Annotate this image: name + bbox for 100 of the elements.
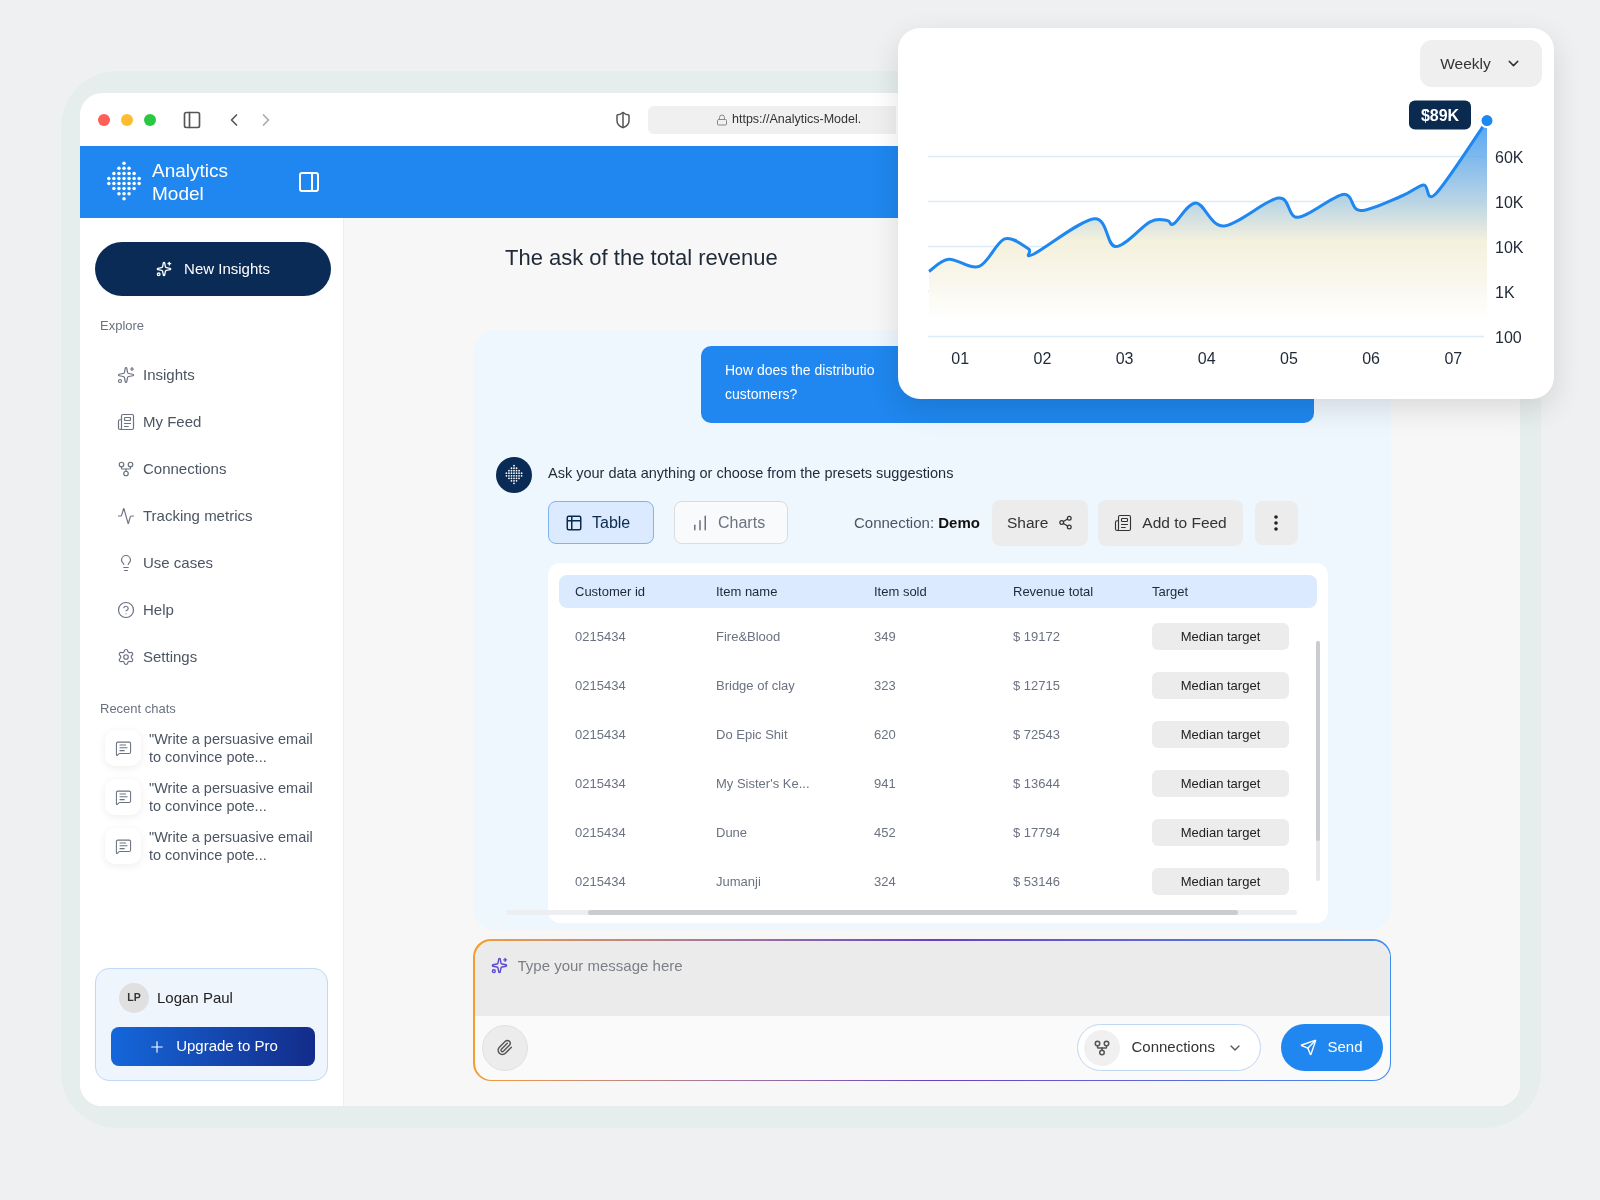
- column-header: Item name: [716, 582, 779, 601]
- table-cell-text: 941: [874, 774, 897, 793]
- share-button[interactable]: Share: [991, 499, 1089, 546]
- activity-icon: [117, 507, 135, 525]
- x-axis-label: 05: [1280, 350, 1298, 367]
- address-bar[interactable]: https://Analytics-Model.: [648, 105, 896, 134]
- share-icon: [1058, 515, 1074, 531]
- table-cell-text: 0215434: [575, 823, 627, 842]
- y-axis-label: 10K: [1495, 238, 1524, 256]
- table-cell-text: 0215434: [575, 676, 627, 695]
- table-cell-text: Jumanji: [716, 872, 762, 891]
- y-axis-label: 100: [1495, 328, 1522, 346]
- send-icon: [1300, 1039, 1318, 1056]
- nav-item[interactable]: Connections: [95, 445, 328, 493]
- chat-title: "Write a persuasive email to convince pote...: [149, 730, 314, 766]
- x-axis-label: 07: [1444, 350, 1463, 367]
- settings-icon: [117, 648, 135, 666]
- new-insights-button[interactable]: New Insights: [95, 242, 331, 296]
- section-label: Recent chats: [100, 699, 177, 718]
- lock-icon: [716, 113, 728, 126]
- section-label: Explore: [100, 317, 146, 335]
- y-axis-label: 1K: [1495, 283, 1515, 301]
- url-text: https://Analytics-Model.: [732, 111, 862, 129]
- nav-item[interactable]: My Feed: [95, 398, 328, 446]
- page-title: The ask of the total revenue: [505, 244, 779, 272]
- chat-icon: [114, 788, 132, 806]
- chat-title: "Write a persuasive email to convince pote...: [149, 828, 314, 864]
- target-tag: Median target: [1152, 720, 1289, 748]
- sidebar-toggle-icon[interactable]: [182, 109, 202, 130]
- help-icon: [117, 601, 135, 619]
- table-cell-text: $ 12715: [1013, 676, 1061, 695]
- recent-chat[interactable]: "Write a persuasive email to convince pote...: [95, 779, 328, 815]
- nav-item[interactable]: Use cases: [95, 539, 328, 587]
- y-axis-label: 60K: [1495, 148, 1524, 166]
- table-cell-text: Fire&Blood: [716, 627, 782, 646]
- user-name: Logan Paul: [157, 987, 233, 1008]
- table-cell-text: $ 53146: [1013, 872, 1061, 891]
- target-tag: Median target: [1152, 867, 1289, 895]
- target-tag: Median target: [1152, 622, 1289, 650]
- send-button[interactable]: Send: [1280, 1024, 1383, 1071]
- table-cell-text: $ 72543: [1013, 725, 1061, 744]
- chat-icon: [114, 837, 132, 855]
- add-to-feed-button[interactable]: Add to Feed: [1098, 499, 1243, 546]
- assistant-prompt: Ask your data anything or choose from the presets suggestions: [548, 464, 955, 483]
- x-axis-label: 03: [1115, 350, 1134, 367]
- table-cell-text: 0215434: [575, 725, 627, 744]
- sparkles-icon: [156, 261, 173, 277]
- tooltip-value: $89K: [1420, 107, 1460, 125]
- table-cell-text: 323: [874, 676, 897, 695]
- table-cell-text: 620: [874, 725, 897, 744]
- sparkles-icon: [490, 956, 508, 974]
- column-header: Revenue total: [1013, 582, 1095, 601]
- target-tag: Median target: [1152, 769, 1289, 797]
- target-tag: Median target: [1152, 818, 1289, 846]
- view-tab[interactable]: Table: [548, 501, 654, 545]
- x-axis-label: 06: [1362, 350, 1381, 367]
- table-cell-text: Dune: [716, 823, 749, 842]
- table-cell-text: 0215434: [575, 774, 627, 793]
- bar-chart-icon: [691, 513, 709, 532]
- connection-label: Connection: Demo: [854, 512, 980, 533]
- table-cell-text: 0215434: [575, 627, 627, 646]
- branch-icon: [1092, 1038, 1111, 1057]
- chat-icon: [114, 739, 132, 757]
- dot-logo-icon: [503, 464, 525, 486]
- connections-dropdown[interactable]: Connections: [1076, 1024, 1261, 1071]
- x-axis-label: 02: [1033, 350, 1052, 367]
- sparkles-icon: [117, 366, 135, 384]
- table-cell-text: 452: [874, 823, 897, 842]
- table-cell-text: 324: [874, 872, 897, 891]
- nav-item[interactable]: Insights: [95, 351, 328, 399]
- table-cell-text: $ 13644: [1013, 774, 1061, 793]
- upgrade-button[interactable]: Upgrade to Pro: [111, 1027, 315, 1066]
- recent-chat[interactable]: "Write a persuasive email to convince pote...: [95, 828, 328, 864]
- chat-title: "Write a persuasive email to convince pote...: [149, 779, 314, 815]
- x-axis-label: 04: [1197, 350, 1216, 367]
- x-axis-label: 01: [951, 350, 970, 367]
- column-header: Item sold: [874, 582, 928, 601]
- table-cell-text: 0215434: [575, 872, 627, 891]
- panel-toggle-icon[interactable]: [297, 170, 321, 194]
- user-message: How does the distributio customers?: [725, 361, 875, 404]
- table-cell-text: Do Epic Shit: [716, 725, 789, 744]
- table-cell-text: $ 17794: [1013, 823, 1061, 842]
- table-icon: [565, 513, 583, 532]
- nav-item[interactable]: Tracking metrics: [95, 492, 328, 540]
- view-tab[interactable]: Charts: [674, 501, 788, 545]
- brand-name: Analytics Model: [152, 159, 230, 205]
- target-tag: Median target: [1152, 671, 1289, 699]
- table-cell-text: My Sister's Ke...: [716, 774, 811, 793]
- nav-item[interactable]: Settings: [95, 633, 328, 681]
- column-header: Customer id: [575, 582, 647, 601]
- nav-item[interactable]: Help: [95, 586, 328, 634]
- recent-chat[interactable]: "Write a persuasive email to convince pote...: [95, 730, 328, 766]
- newspaper-icon: [117, 413, 135, 431]
- more-icon: [1274, 514, 1279, 531]
- period-dropdown[interactable]: Weekly: [1420, 40, 1542, 87]
- newspaper-icon: [1114, 513, 1133, 532]
- column-header: Target: [1152, 582, 1189, 601]
- shield-icon[interactable]: [614, 110, 632, 129]
- table-cell-text: 349: [874, 627, 897, 646]
- value-tooltip: [1409, 100, 1471, 130]
